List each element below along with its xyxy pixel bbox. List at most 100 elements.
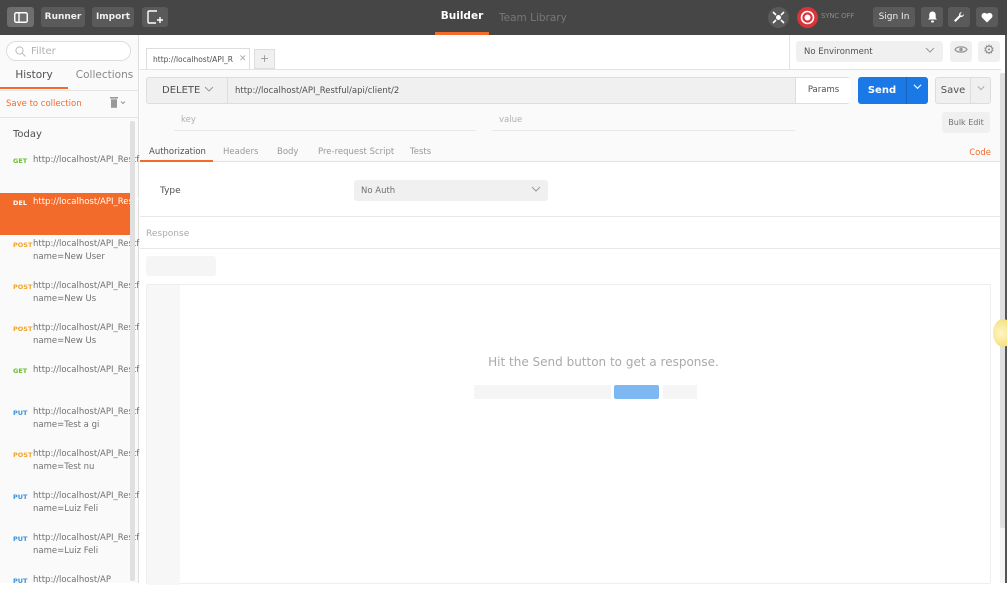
chevron-down-icon xyxy=(976,86,985,91)
runner-button[interactable]: Runner xyxy=(41,7,85,27)
divider xyxy=(0,117,139,118)
tab-pre-request-script[interactable]: Pre-request Script xyxy=(318,147,394,157)
history-item[interactable]: PUT http://localhost/API_Restful/api/clie… xyxy=(0,529,202,571)
tab-headers[interactable]: Headers xyxy=(223,147,258,157)
method-badge: GET xyxy=(13,157,28,165)
history-list: GET http://localhost/API_Restful/api/clie… xyxy=(0,151,202,613)
tab-tests[interactable]: Tests xyxy=(410,147,431,157)
divider xyxy=(0,90,139,91)
code-link[interactable]: Code xyxy=(969,148,991,158)
eye-icon xyxy=(954,46,968,53)
history-item[interactable]: DEL http://localhost/API_Restful/api/clie… xyxy=(0,193,197,235)
response-hint: Hit the Send button to get a response. xyxy=(488,355,719,369)
sync-icon xyxy=(800,10,815,25)
chevron-down-icon xyxy=(925,47,935,53)
response-meta-placeholder xyxy=(146,256,216,276)
import-button[interactable]: Import xyxy=(92,7,134,27)
chevron-down-icon xyxy=(204,86,214,92)
chevron-down-icon xyxy=(913,84,922,90)
response-body: Hit the Send button to get a response. xyxy=(146,284,991,585)
environment-value: No Environment xyxy=(804,47,873,57)
sidebar-toggle-button[interactable] xyxy=(7,7,34,27)
notifications-button[interactable] xyxy=(921,7,943,27)
response-gutter xyxy=(147,285,180,585)
send-button[interactable]: Send xyxy=(858,77,928,104)
method-badge: POST xyxy=(13,451,33,459)
tab-collections[interactable]: Collections xyxy=(70,69,139,89)
filter-placeholder: Filter xyxy=(31,45,56,57)
trash-icon xyxy=(110,97,126,108)
heart-icon xyxy=(981,12,993,22)
method-badge: GET xyxy=(13,367,28,375)
sidebar-toggle-icon xyxy=(13,11,28,23)
history-item[interactable]: POST http://localhost/API_Restful/api/cli… xyxy=(0,445,202,487)
history-item[interactable]: GET http://localhost/API_Restful/api/clie… xyxy=(0,151,197,193)
history-item[interactable]: POST http://localhost/API_Restful/api/cli… xyxy=(0,235,196,277)
history-url: http://localhost/AP xyxy=(33,575,111,585)
request-builder: DELETE http://localhost/API_Restful/api/… xyxy=(140,70,1001,162)
environment-quick-look-button[interactable] xyxy=(950,41,972,62)
request-tab[interactable]: http://localhost/API_R ✕ xyxy=(146,48,250,70)
tab-team-library[interactable]: Team Library xyxy=(499,0,567,35)
method-badge: PUT xyxy=(13,409,28,417)
method-badge: POST xyxy=(13,241,33,249)
bulk-edit-button[interactable]: Bulk Edit xyxy=(942,112,990,133)
send-dropdown-button[interactable] xyxy=(906,77,928,104)
request-tab-label: http://localhost/API_R xyxy=(153,55,233,64)
sign-in-button[interactable]: Sign In xyxy=(873,7,915,27)
history-item[interactable]: PUT http://localhost/API_Restful/api/clie… xyxy=(0,403,202,445)
bell-icon xyxy=(927,11,937,23)
auth-type-label: Type xyxy=(160,186,181,196)
settings-button[interactable] xyxy=(948,7,970,27)
add-tab-button[interactable]: + xyxy=(254,49,275,69)
tab-body[interactable]: Body xyxy=(277,147,298,157)
sidebar-scrollbar[interactable] xyxy=(130,121,135,581)
new-tab-button[interactable] xyxy=(142,7,168,27)
sync-button[interactable] xyxy=(797,7,818,28)
history-item[interactable]: PUT http://localhost/AP xyxy=(0,571,130,613)
history-item[interactable]: POST http://localhost/API_Restful/api/cli… xyxy=(0,319,202,361)
placeholder-bar xyxy=(663,385,697,399)
method-badge: PUT xyxy=(13,535,28,543)
heart-button[interactable] xyxy=(976,7,998,27)
history-item[interactable]: GET http://localhost/API_Restful/api/clie… xyxy=(0,361,197,403)
method-value: DELETE xyxy=(162,85,201,96)
interceptor-button[interactable] xyxy=(768,7,789,28)
save-dropdown-button[interactable] xyxy=(970,78,990,103)
method-select[interactable]: DELETE xyxy=(147,78,228,103)
filter-input[interactable]: Filter xyxy=(6,41,131,61)
method-badge: POST xyxy=(13,325,33,333)
environment-select[interactable]: No Environment xyxy=(796,41,943,62)
url-bar: DELETE http://localhost/API_Restful/api/… xyxy=(146,77,851,104)
history-item[interactable]: POST http://localhost/API_Restful/api/cli… xyxy=(0,277,202,319)
sidebar: Filter History Collections Save to colle… xyxy=(0,35,202,585)
chevron-down-icon xyxy=(531,186,541,192)
save-button[interactable]: Save xyxy=(935,77,991,104)
auth-type-select[interactable]: No Auth xyxy=(354,180,548,201)
divider xyxy=(789,35,790,69)
tab-history[interactable]: History xyxy=(0,69,68,89)
tab-builder[interactable]: Builder xyxy=(435,0,489,35)
top-bar: Runner Import Builder Team Library SYNC … xyxy=(0,0,1007,35)
environment-settings-button[interactable]: ⚙ xyxy=(978,41,1000,62)
tab-authorization[interactable]: Authorization xyxy=(149,147,206,157)
divider xyxy=(140,248,1001,249)
trash-button[interactable] xyxy=(109,97,127,111)
params-button[interactable]: Params xyxy=(795,78,851,103)
auth-type-value: No Auth xyxy=(361,186,396,196)
placeholder-bar-highlight xyxy=(614,385,659,399)
close-tab-icon[interactable]: ✕ xyxy=(239,54,247,64)
url-input[interactable]: http://localhost/API_Restful/api/client/… xyxy=(235,86,399,96)
cursor-highlight xyxy=(993,319,1007,347)
authorization-panel: Type No Auth xyxy=(140,162,1001,217)
main-panel: http://localhost/API_R ✕ + No Environmen… xyxy=(140,35,1007,585)
save-to-collection-link[interactable]: Save to collection xyxy=(6,99,82,109)
response-label: Response xyxy=(146,229,190,239)
interceptor-icon xyxy=(772,11,785,24)
history-item[interactable]: PUT http://localhost/API_Restful/api/clie… xyxy=(0,487,202,529)
request-subtabs: Authorization Headers Body Pre-request S… xyxy=(140,143,1001,162)
placeholder-bar xyxy=(474,385,611,399)
method-badge: PUT xyxy=(13,577,28,585)
param-value-input[interactable]: value xyxy=(492,113,795,131)
param-key-input[interactable]: key xyxy=(174,113,476,131)
